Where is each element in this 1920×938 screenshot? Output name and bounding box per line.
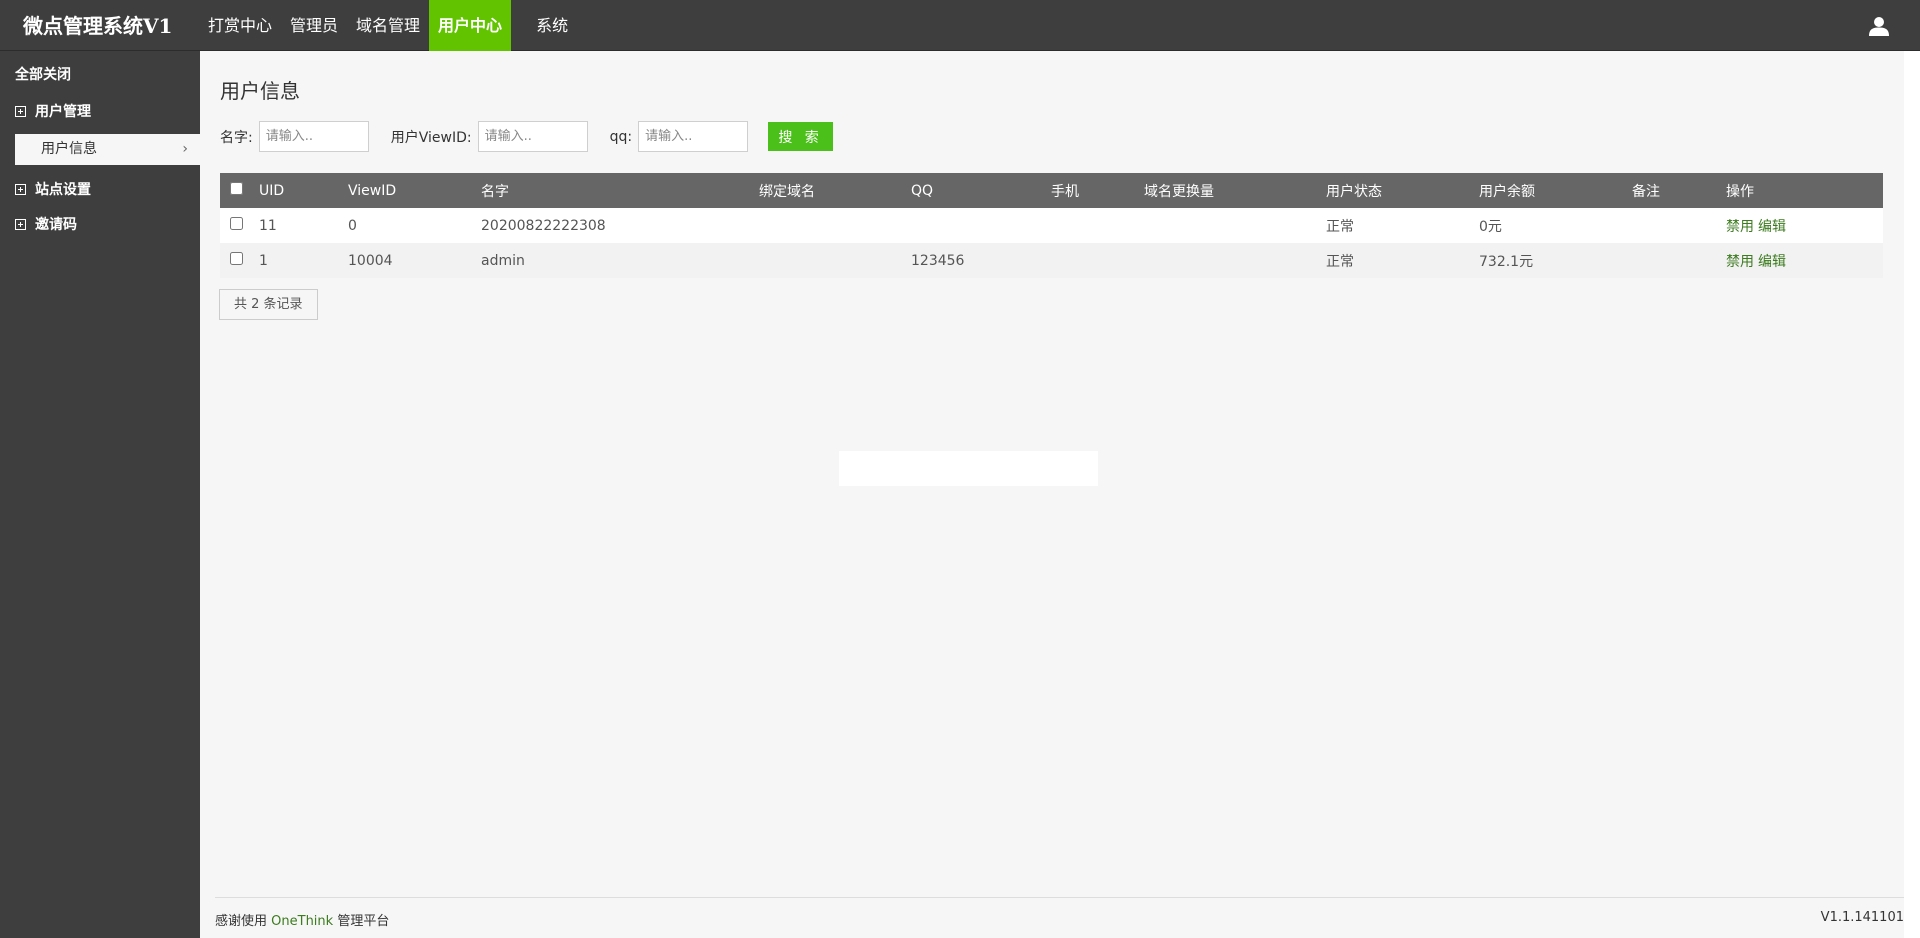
cell-balance: 732.1元 [1479, 253, 1534, 270]
footer: 感谢使用 OneThink 管理平台 V1.1.141101 [215, 897, 1904, 938]
sidebar-group-site-settings[interactable]: 站点设置 [15, 179, 91, 199]
plus-square-icon [15, 218, 26, 230]
row-checkbox[interactable] [230, 217, 243, 230]
version-label: V1.1.141101 [1820, 910, 1904, 925]
search-button[interactable]: 搜 索 [768, 122, 834, 151]
cell-balance: 0元 [1479, 218, 1502, 235]
top-header: 微点管理系统V1 打赏中心 管理员 域名管理 用户中心 系统 [0, 0, 1920, 51]
cell-qq [911, 208, 1051, 243]
cell-actions: 禁用 编辑 [1726, 208, 1883, 243]
user-icon[interactable] [1868, 15, 1890, 37]
cell-uid: 11 [259, 217, 277, 234]
nav-item-reward-center[interactable]: 打赏中心 [199, 0, 281, 51]
cell-uid: 1 [259, 252, 268, 269]
name-search-input[interactable] [258, 121, 369, 152]
disable-link[interactable]: 禁用 [1726, 254, 1754, 270]
column-header-qq: QQ [911, 182, 934, 199]
column-header-phone: 手机 [1051, 183, 1079, 200]
brand-title[interactable]: 微点管理系统V1 [23, 14, 172, 38]
column-header-bound-domain: 绑定域名 [759, 183, 815, 200]
cell-phone [1051, 208, 1144, 243]
collapse-all-button[interactable]: 全部关闭 [15, 64, 71, 84]
cell-domain-changes [1144, 208, 1326, 243]
nav-item-admins[interactable]: 管理员 [281, 0, 347, 51]
row-select-cell [220, 208, 259, 243]
nav-item-user-center[interactable]: 用户中心 [429, 0, 512, 51]
footer-thanks-suffix: 管理平台 [337, 914, 390, 929]
column-header-uid: UID [259, 182, 285, 199]
sidebar-group-label: 邀请码 [35, 217, 77, 233]
select-all-cell [220, 173, 259, 208]
sidebar-group-user-management[interactable]: 用户管理 [15, 101, 91, 121]
sidebar-group-label: 用户管理 [35, 104, 91, 120]
column-header-note: 备注 [1632, 183, 1660, 200]
main-content: 用户信息 名字: 用户ViewID: qq: 搜 索 UID [200, 51, 1904, 938]
nav-item-system[interactable]: 系统 [527, 0, 577, 51]
sidebar-group-invite-codes[interactable]: 邀请码 [15, 214, 77, 234]
cell-status: 正常 [1326, 218, 1354, 235]
cell-viewid: 0 [348, 217, 357, 234]
table-row: 11 0 20200822222308 正常 0元 禁用 编辑 [220, 208, 1883, 243]
edit-link[interactable]: 编辑 [1758, 254, 1786, 270]
cell-note [1632, 243, 1726, 278]
cell-domain-changes [1144, 243, 1326, 278]
cell-viewid: 10004 [348, 252, 393, 269]
column-header-balance: 用户余额 [1479, 183, 1535, 200]
onethink-link[interactable]: OneThink [271, 914, 333, 929]
column-header-viewid: ViewID [348, 182, 397, 199]
cell-note [1632, 208, 1726, 243]
footer-credits: 感谢使用 OneThink 管理平台 [215, 910, 389, 929]
scrollbar-track[interactable] [1904, 51, 1920, 938]
main-nav: 打赏中心 管理员 域名管理 用户中心 系统 [199, 0, 577, 51]
column-header-name: 名字 [481, 183, 509, 200]
table-row: 1 10004 admin 123456 正常 732.1元 禁用 编辑 [220, 243, 1883, 278]
viewid-search-input[interactable] [477, 121, 588, 152]
table-header-row: UID ViewID 名字 绑定域名 QQ 手机 域名更换量 用户状态 用户余额… [220, 173, 1883, 208]
chevron-right-icon: › [182, 141, 188, 157]
sidebar: 全部关闭 用户管理 用户信息 › 站点设置 邀请码 [0, 51, 200, 938]
select-all-checkbox[interactable] [230, 182, 243, 195]
nav-item-domain-management[interactable]: 域名管理 [347, 0, 429, 51]
column-header-domain-changes: 域名更换量 [1144, 183, 1214, 200]
name-label: 名字: [220, 129, 253, 146]
row-select-cell [220, 243, 259, 278]
sidebar-group-label: 站点设置 [35, 182, 91, 198]
qq-search-input[interactable] [638, 121, 749, 152]
blank-panel [839, 451, 1098, 486]
search-bar: 名字: 用户ViewID: qq: 搜 索 [220, 121, 834, 152]
column-header-actions: 操作 [1726, 183, 1754, 200]
sidebar-item-label: 用户信息 [41, 141, 97, 157]
plus-square-icon [15, 183, 26, 195]
cell-name: admin [481, 252, 525, 269]
row-checkbox[interactable] [230, 252, 243, 265]
page-title: 用户信息 [220, 79, 300, 103]
plus-square-icon [15, 105, 26, 117]
edit-link[interactable]: 编辑 [1758, 219, 1786, 235]
cell-bound-domain [759, 243, 911, 278]
cell-phone [1051, 243, 1144, 278]
cell-actions: 禁用 编辑 [1726, 243, 1883, 278]
sidebar-item-user-info[interactable]: 用户信息 › [15, 134, 200, 165]
cell-bound-domain [759, 208, 911, 243]
users-table: UID ViewID 名字 绑定域名 QQ 手机 域名更换量 用户状态 用户余额… [220, 173, 1883, 278]
qq-label: qq: [609, 128, 633, 145]
record-count: 共 2 条记录 [219, 289, 318, 320]
disable-link[interactable]: 禁用 [1726, 219, 1754, 235]
footer-thanks-prefix: 感谢使用 [215, 914, 268, 929]
column-header-status: 用户状态 [1326, 183, 1382, 200]
cell-qq: 123456 [911, 252, 965, 269]
cell-name: 20200822222308 [481, 217, 606, 234]
cell-status: 正常 [1326, 253, 1354, 270]
viewid-label: 用户ViewID: [390, 129, 472, 146]
